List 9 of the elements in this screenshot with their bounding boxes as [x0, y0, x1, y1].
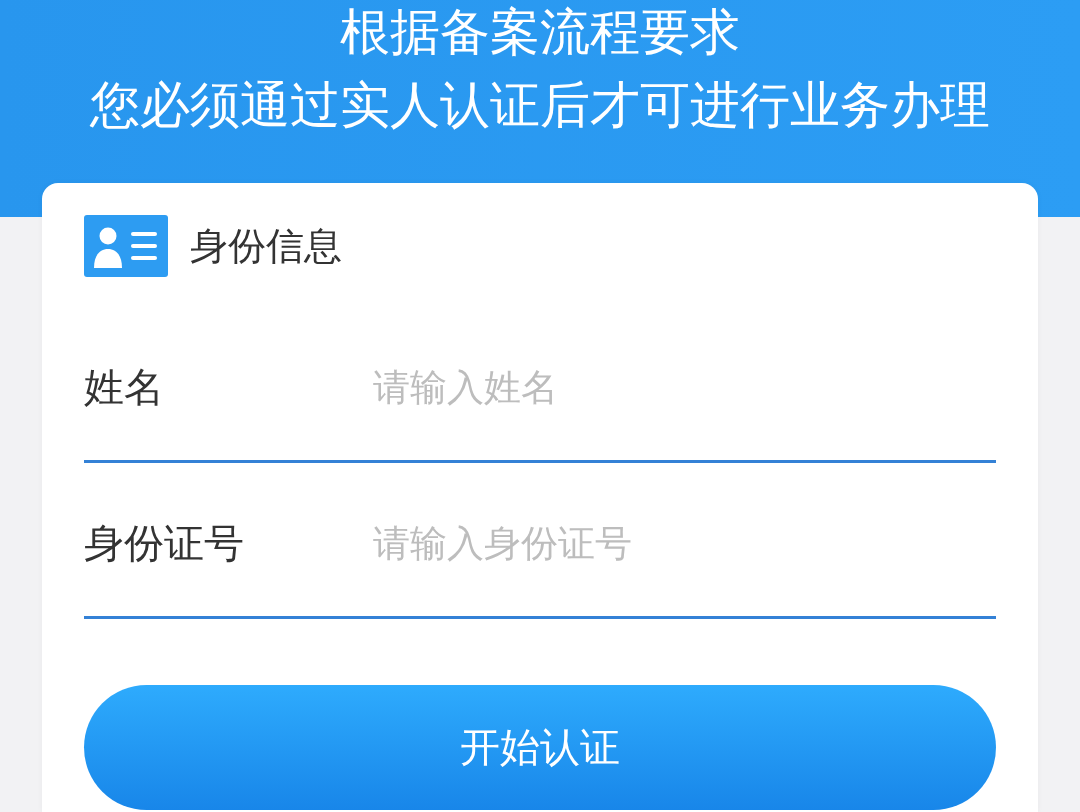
header-text: 您必须通过实人认证后才可进行业务办理: [90, 75, 990, 136]
start-button[interactable]: 开始认证: [84, 685, 996, 810]
section-title: 身份信息: [190, 222, 342, 270]
text-input[interactable]: 请输入姓名: [373, 359, 996, 416]
text-input[interactable]: 请输入身份证号: [373, 515, 996, 572]
field-label: 身份证号: [84, 519, 245, 568]
field-label: 姓名: [84, 363, 165, 412]
header-text: 根据备案流程要求: [340, 2, 740, 63]
id-card-icon: [84, 215, 168, 277]
